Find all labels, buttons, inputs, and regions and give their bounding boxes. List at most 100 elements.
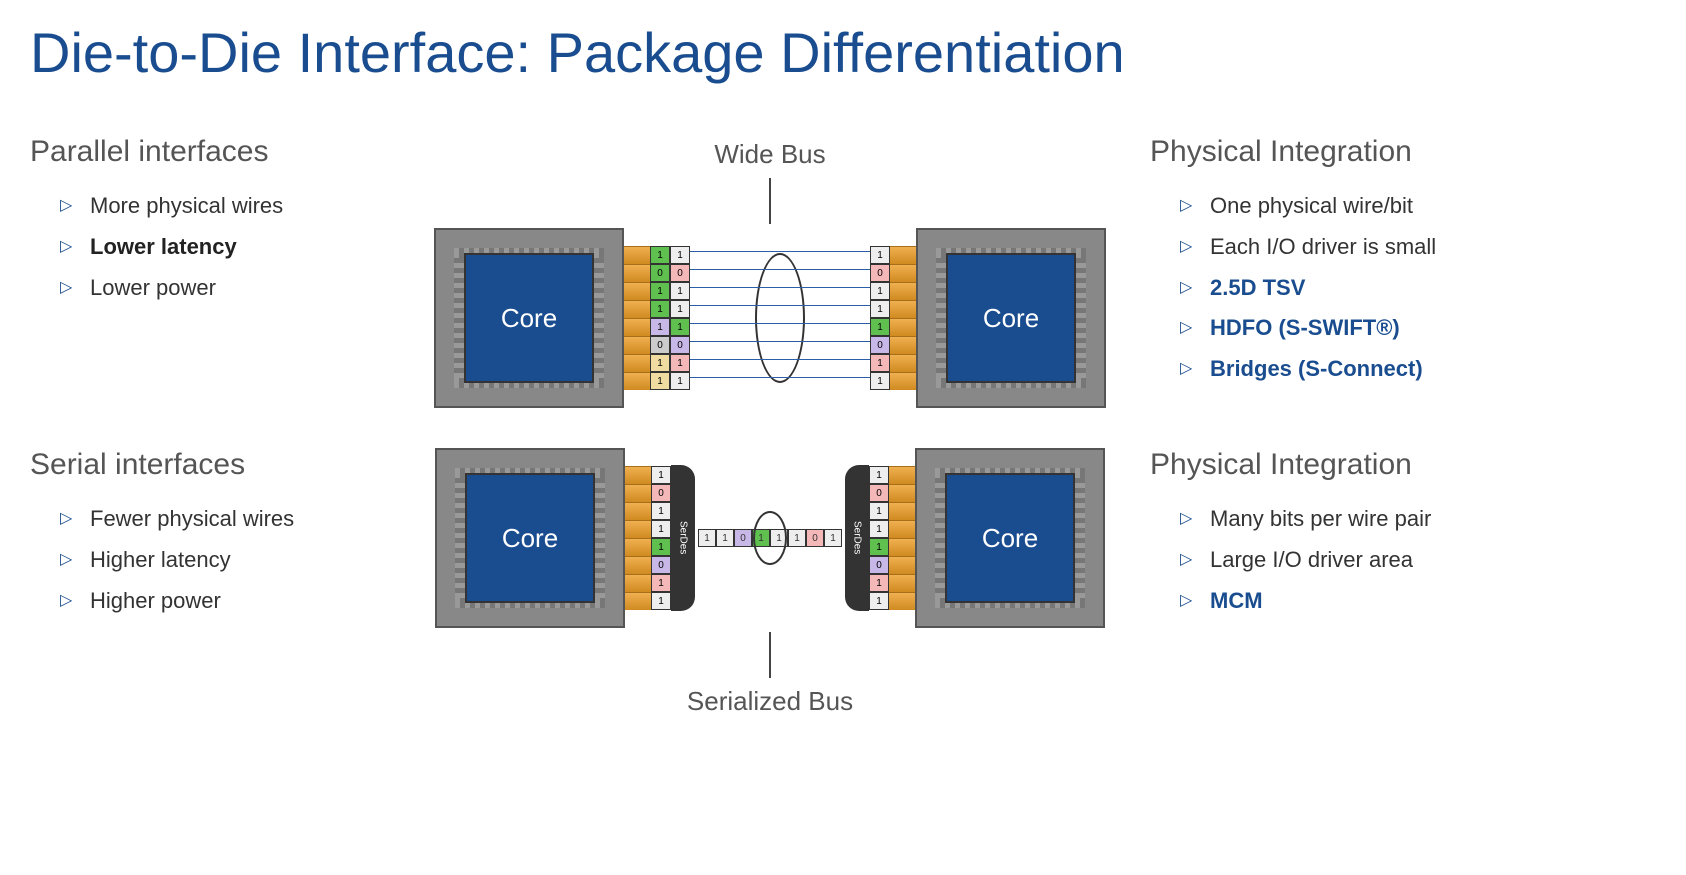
pin: 1 bbox=[651, 466, 671, 484]
pin: 1 bbox=[870, 282, 890, 300]
list-item: 2.5D TSV bbox=[1180, 273, 1656, 304]
bit: 1 bbox=[824, 529, 842, 547]
parallel-chip-row: Core 1 0 1 1 1 0 1 1 1 0 1 1 1 bbox=[434, 228, 1106, 408]
parallel-bullet: Lower latency bbox=[60, 232, 450, 263]
pin: 0 bbox=[651, 556, 671, 574]
bullet-text: Lower power bbox=[90, 275, 216, 300]
slide-title: Die-to-Die Interface: Package Differenti… bbox=[30, 20, 1656, 85]
band-col-right-s bbox=[889, 466, 915, 610]
bullet-text: MCM bbox=[1210, 588, 1263, 613]
serial-bullet: Higher latency bbox=[60, 545, 450, 576]
bit: 0 bbox=[806, 529, 824, 547]
core-right: Core bbox=[946, 253, 1076, 383]
pin: 1 bbox=[651, 592, 671, 610]
pin: 1 bbox=[670, 372, 690, 390]
pin: 1 bbox=[670, 318, 690, 336]
bit: 1 bbox=[698, 529, 716, 547]
core-left-serial: Core bbox=[465, 473, 595, 603]
pin: 1 bbox=[869, 538, 889, 556]
parallel-right-col: Physical Integration One physical wire/b… bbox=[1090, 135, 1656, 395]
bullet-text: Higher power bbox=[90, 588, 221, 613]
serial-right-bullets: Many bits per wire pair Large I/O driver… bbox=[1150, 504, 1656, 616]
pin: 1 bbox=[869, 502, 889, 520]
pin: 1 bbox=[651, 538, 671, 556]
pin: 1 bbox=[650, 372, 670, 390]
pin: 1 bbox=[651, 520, 671, 538]
pin: 1 bbox=[869, 466, 889, 484]
pin: 1 bbox=[869, 592, 889, 610]
leader-line bbox=[769, 178, 771, 224]
bullet-text: More physical wires bbox=[90, 193, 283, 218]
serial-diagram: Core 1 0 1 1 1 0 1 1 SerDes 1 1 bbox=[450, 448, 1090, 721]
pins-right-vals: 1 0 1 1 1 0 1 1 bbox=[870, 246, 890, 390]
bit: 1 bbox=[788, 529, 806, 547]
pin: 1 bbox=[870, 354, 890, 372]
pin: 0 bbox=[870, 264, 890, 282]
pin: 1 bbox=[870, 372, 890, 390]
bullet-text: Many bits per wire pair bbox=[1210, 506, 1431, 531]
parallel-right-bullets: One physical wire/bit Each I/O driver is… bbox=[1150, 191, 1656, 385]
pin: 1 bbox=[870, 300, 890, 318]
pin: 0 bbox=[870, 336, 890, 354]
serial-bullet: Higher power bbox=[60, 586, 450, 617]
pin: 1 bbox=[670, 354, 690, 372]
pin: 1 bbox=[650, 318, 670, 336]
serial-row: Serial interfaces Fewer physical wires H… bbox=[30, 448, 1656, 721]
pin: 0 bbox=[650, 336, 670, 354]
pin: 1 bbox=[870, 246, 890, 264]
pin: 0 bbox=[650, 264, 670, 282]
bullet-text: 2.5D TSV bbox=[1210, 275, 1305, 300]
parallel-heading: Parallel interfaces bbox=[30, 135, 450, 169]
pin: 1 bbox=[870, 318, 890, 336]
chip-right-serial: Core bbox=[915, 448, 1105, 628]
pin: 1 bbox=[650, 300, 670, 318]
parallel-bullet: Lower power bbox=[60, 273, 450, 304]
pins-left-vals: 1 0 1 1 1 0 1 1 bbox=[670, 246, 690, 390]
pin: 1 bbox=[869, 574, 889, 592]
pin: 1 bbox=[650, 354, 670, 372]
bullet-text: Fewer physical wires bbox=[90, 506, 294, 531]
bullet-text: One physical wire/bit bbox=[1210, 193, 1413, 218]
phys-int-heading-bottom: Physical Integration bbox=[1150, 448, 1656, 482]
pin: 1 bbox=[651, 574, 671, 592]
serial-chip-row: Core 1 0 1 1 1 0 1 1 SerDes 1 1 bbox=[435, 448, 1105, 628]
phys-int-heading-top: Physical Integration bbox=[1150, 135, 1656, 169]
list-item: One physical wire/bit bbox=[1180, 191, 1656, 222]
bit: 1 bbox=[716, 529, 734, 547]
pins-left-out: 1 0 1 1 1 0 1 1 bbox=[650, 246, 670, 390]
pin: 0 bbox=[670, 336, 690, 354]
list-item: Each I/O driver is small bbox=[1180, 232, 1656, 263]
pins-right-serial: 1 0 1 1 1 0 1 1 bbox=[869, 466, 889, 610]
bullet-text: Lower latency bbox=[90, 234, 237, 259]
chip-left-serial: Core bbox=[435, 448, 625, 628]
bullet-text: Each I/O driver is small bbox=[1210, 234, 1436, 259]
parallel-left-col: Parallel interfaces More physical wires … bbox=[30, 135, 450, 313]
band-col-left-s bbox=[625, 466, 651, 610]
serial-left-col: Serial interfaces Fewer physical wires H… bbox=[30, 448, 450, 626]
list-item: Many bits per wire pair bbox=[1180, 504, 1656, 535]
pin: 0 bbox=[869, 484, 889, 502]
serial-bullet: Fewer physical wires bbox=[60, 504, 450, 535]
bus-ellipse-icon bbox=[755, 253, 805, 383]
core-right-serial: Core bbox=[945, 473, 1075, 603]
serdes-left: SerDes bbox=[671, 465, 695, 611]
pin: 1 bbox=[670, 300, 690, 318]
parallel-bullets: More physical wires Lower latency Lower … bbox=[30, 191, 450, 303]
band-col-left bbox=[624, 246, 650, 390]
chip-right: Core bbox=[916, 228, 1106, 408]
list-item: Large I/O driver area bbox=[1180, 545, 1656, 576]
pins-left-serial: 1 0 1 1 1 0 1 1 bbox=[651, 466, 671, 610]
parallel-diagram: Wide Bus Core 1 0 1 1 1 0 1 1 1 bbox=[450, 135, 1090, 408]
pin: 1 bbox=[650, 246, 670, 264]
serial-right-col: Physical Integration Many bits per wire … bbox=[1090, 448, 1656, 626]
pin: 1 bbox=[670, 282, 690, 300]
bullet-text: Bridges (S-Connect) bbox=[1210, 356, 1423, 381]
serial-bus: 1 1 0 1 1 1 0 1 bbox=[695, 508, 845, 568]
leader-line-down bbox=[769, 632, 771, 678]
bullet-text: Higher latency bbox=[90, 547, 231, 572]
bit: 0 bbox=[734, 529, 752, 547]
parallel-row: Parallel interfaces More physical wires … bbox=[30, 135, 1656, 408]
serialized-bus-label: Serialized Bus bbox=[687, 686, 853, 717]
pin: 1 bbox=[650, 282, 670, 300]
band-col-right bbox=[890, 246, 916, 390]
